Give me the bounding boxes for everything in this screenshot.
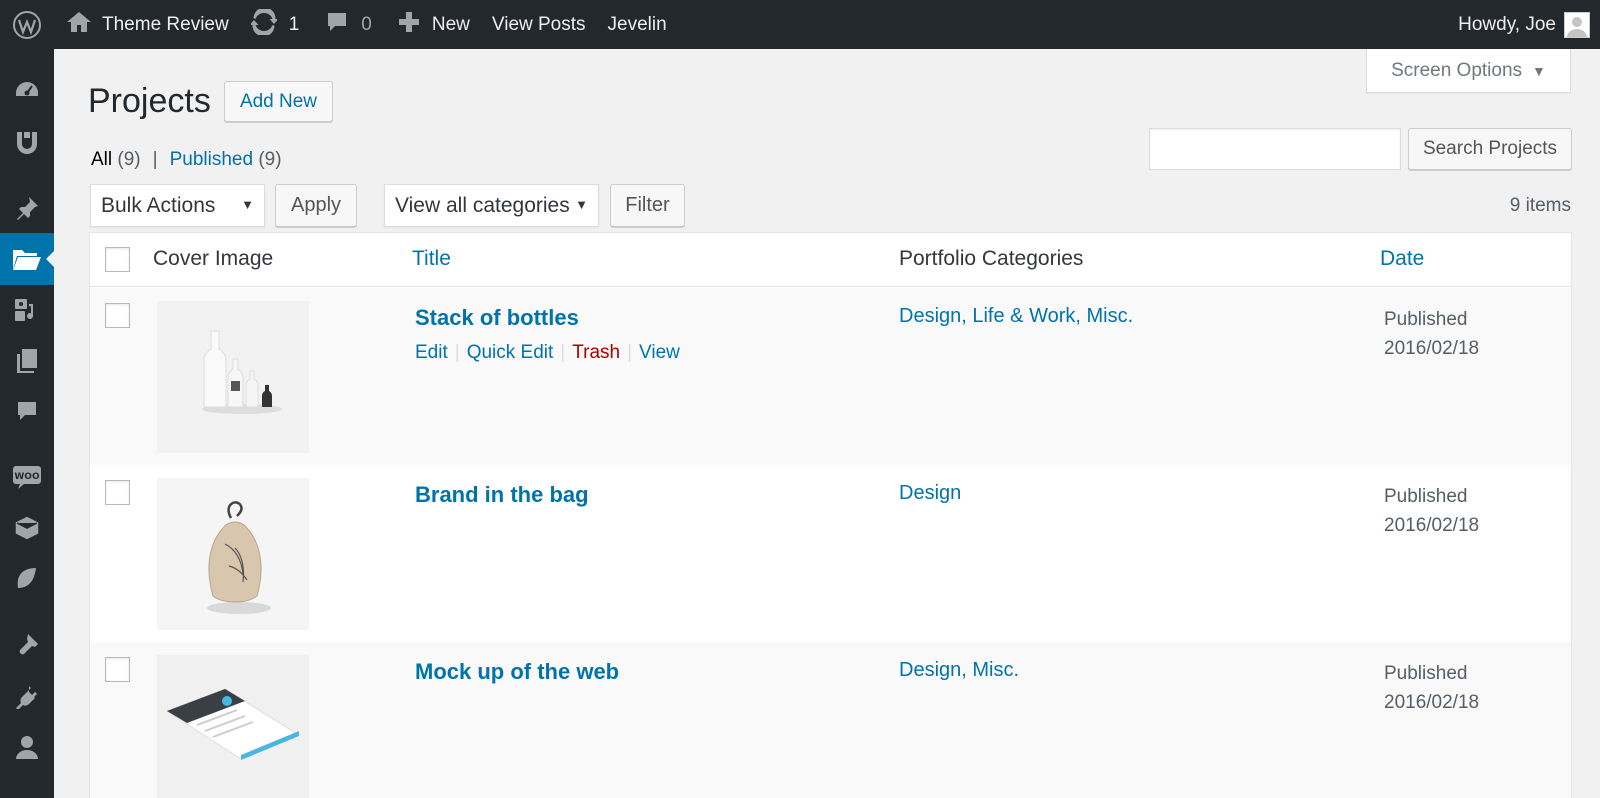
- dashboard-icon[interactable]: [0, 65, 54, 117]
- pages-icon[interactable]: [0, 335, 54, 387]
- column-portfolio-categories: Portfolio Categories: [899, 247, 1084, 270]
- projects-table: Cover Image Title Portfolio Categories D…: [89, 232, 1572, 798]
- wordpress-logo-icon[interactable]: [0, 0, 54, 49]
- row-date-value: 2016/02/18: [1384, 515, 1480, 536]
- admin-bar: Theme Review 1 0 New View Posts Jevelin …: [0, 0, 1600, 49]
- row-date: Published 2016/02/18: [1384, 659, 1479, 717]
- updates-count: 1: [288, 13, 300, 35]
- row-date-value: 2016/02/18: [1384, 338, 1480, 359]
- page-title: Projects: [88, 82, 211, 120]
- comments-icon[interactable]: [0, 385, 54, 437]
- home-icon: [66, 10, 92, 40]
- posts-pin-icon[interactable]: [0, 182, 54, 234]
- row-title-link[interactable]: Stack of bottles: [415, 305, 579, 331]
- row-date: Published 2016/02/18: [1384, 482, 1479, 540]
- cover-image-bag[interactable]: [157, 478, 309, 630]
- view-published-count: (9): [258, 149, 282, 170]
- row-title-link[interactable]: Mock up of the web: [415, 659, 619, 685]
- view-link[interactable]: View: [639, 342, 680, 364]
- bulk-actions-value: Bulk Actions: [101, 193, 216, 217]
- table-row: Mock up of the web Design, Misc. Publish…: [90, 642, 1571, 798]
- dropdown-arrow-icon: ▼: [241, 197, 254, 212]
- dropdown-arrow-icon: ▼: [575, 197, 588, 212]
- row-categories[interactable]: Design, Misc.: [899, 659, 1019, 682]
- table-header: Cover Image Title Portfolio Categories D…: [90, 233, 1571, 287]
- row-checkbox[interactable]: [105, 480, 130, 505]
- view-published-link[interactable]: Published: [170, 149, 253, 170]
- view-all-link[interactable]: All: [91, 149, 112, 170]
- row-date: Published 2016/02/18: [1384, 305, 1479, 363]
- new-label: New: [431, 13, 470, 35]
- caret-down-icon: ▼: [1532, 62, 1546, 79]
- view-all-count: (9): [117, 149, 141, 170]
- status-views: All (9) | Published (9): [91, 149, 282, 171]
- avatar: [1564, 11, 1590, 38]
- row-categories[interactable]: Design, Life & Work, Misc.: [899, 305, 1133, 328]
- row-categories[interactable]: Design: [899, 482, 961, 505]
- users-icon[interactable]: [0, 721, 54, 773]
- updates-icon: [249, 6, 279, 41]
- woocommerce-icon[interactable]: WOO: [0, 451, 54, 503]
- row-date-value: 2016/02/18: [1384, 692, 1480, 713]
- views-separator: |: [152, 149, 158, 170]
- view-posts-link[interactable]: View Posts: [492, 0, 586, 49]
- site-name: Theme Review: [102, 13, 229, 35]
- row-status: Published: [1384, 663, 1468, 684]
- table-row: Stack of bottles Edit | Quick Edit | Tra…: [90, 288, 1571, 465]
- products-box-icon[interactable]: [0, 502, 54, 554]
- admin-menu: WOO: [0, 49, 54, 798]
- howdy-text: Howdy, Joe: [1458, 13, 1556, 35]
- edit-link[interactable]: Edit: [415, 342, 448, 364]
- select-all-checkbox[interactable]: [105, 247, 130, 272]
- leaf-icon[interactable]: [0, 553, 54, 605]
- row-actions: Edit | Quick Edit | Trash | View: [415, 342, 680, 364]
- category-filter-value: View all categories: [395, 193, 570, 217]
- cover-image-web-mockup[interactable]: [157, 655, 309, 798]
- trash-link[interactable]: Trash: [572, 342, 620, 364]
- row-checkbox[interactable]: [105, 657, 130, 682]
- filter-button[interactable]: Filter: [610, 184, 685, 227]
- category-filter-select[interactable]: View all categories ▼: [384, 184, 599, 227]
- search-projects-button[interactable]: Search Projects: [1408, 128, 1572, 170]
- row-checkbox[interactable]: [105, 303, 130, 328]
- new-content-link[interactable]: New: [398, 0, 470, 49]
- projects-folder-icon[interactable]: [0, 233, 54, 285]
- plugins-icon[interactable]: [0, 670, 54, 722]
- comments-icon: [325, 10, 349, 40]
- row-title-link[interactable]: Brand in the bag: [415, 482, 589, 508]
- column-date-sort[interactable]: Date: [1380, 247, 1424, 271]
- row-status: Published: [1384, 486, 1468, 507]
- quick-edit-link[interactable]: Quick Edit: [467, 342, 554, 364]
- updates-link[interactable]: 1: [249, 0, 300, 49]
- screen-options-button[interactable]: Screen Options ▼: [1366, 49, 1571, 93]
- column-title-sort[interactable]: Title: [412, 247, 451, 271]
- screen-options-label: Screen Options: [1391, 59, 1523, 81]
- search-input[interactable]: [1149, 128, 1401, 170]
- media-icon[interactable]: [0, 284, 54, 336]
- appearance-brush-icon[interactable]: [0, 619, 54, 671]
- apply-button[interactable]: Apply: [275, 184, 357, 227]
- site-name-link[interactable]: Theme Review: [66, 0, 229, 49]
- bulk-actions-select[interactable]: Bulk Actions ▼: [90, 184, 265, 227]
- row-status: Published: [1384, 309, 1468, 330]
- items-count: 9 items: [1509, 195, 1571, 216]
- svg-text:WOO: WOO: [14, 472, 40, 482]
- column-cover-image: Cover Image: [153, 247, 274, 270]
- add-new-button[interactable]: Add New: [224, 81, 333, 122]
- my-account-link[interactable]: Howdy, Joe: [1458, 0, 1590, 49]
- plus-icon: [398, 11, 420, 39]
- comments-count: 0: [361, 13, 372, 35]
- unyson-icon[interactable]: [0, 115, 54, 167]
- comments-link[interactable]: 0: [325, 0, 372, 49]
- cover-image-bottles[interactable]: [157, 301, 309, 453]
- table-row: Brand in the bag Design Published 2016/0…: [90, 465, 1571, 642]
- theme-link[interactable]: Jevelin: [608, 0, 667, 49]
